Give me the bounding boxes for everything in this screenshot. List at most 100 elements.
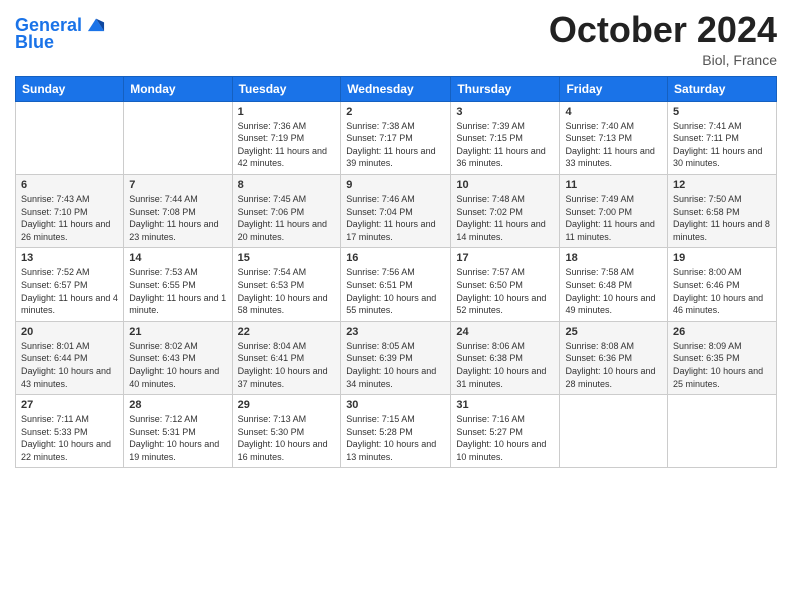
day-cell: 5 Sunrise: 7:41 AMSunset: 7:11 PMDaylight…: [668, 101, 777, 174]
day-info: Sunrise: 7:52 AMSunset: 6:57 PMDaylight:…: [21, 266, 118, 316]
day-cell: [560, 395, 668, 468]
day-cell: 9 Sunrise: 7:46 AMSunset: 7:04 PMDaylight…: [341, 174, 451, 247]
day-cell: 27 Sunrise: 7:11 AMSunset: 5:33 PMDayligh…: [16, 395, 124, 468]
logo-icon: [85, 15, 107, 37]
week-row-1: 1Sunrise: 7:36 AMSunset: 7:19 PMDaylight…: [16, 101, 777, 174]
day-number: 18: [565, 252, 662, 264]
day-info: Sunrise: 8:01 AMSunset: 6:44 PMDaylight:…: [21, 340, 118, 390]
day-number: 24: [456, 326, 554, 338]
day-number: 21: [129, 326, 226, 338]
day-number: 8: [238, 179, 336, 191]
day-info: Sunrise: 7:36 AMSunset: 7:19 PMDaylight:…: [238, 120, 336, 170]
day-number: 27: [21, 399, 118, 411]
day-header-wednesday: Wednesday: [341, 76, 451, 101]
day-cell: 22 Sunrise: 8:04 AMSunset: 6:41 PMDayligh…: [232, 321, 341, 394]
day-cell: 19 Sunrise: 8:00 AMSunset: 6:46 PMDayligh…: [668, 248, 777, 321]
day-number: 19: [673, 252, 771, 264]
day-cell: 13 Sunrise: 7:52 AMSunset: 6:57 PMDayligh…: [16, 248, 124, 321]
day-info: Sunrise: 7:56 AMSunset: 6:51 PMDaylight:…: [346, 266, 445, 316]
day-cell: 17 Sunrise: 7:57 AMSunset: 6:50 PMDayligh…: [451, 248, 560, 321]
day-info: Sunrise: 8:05 AMSunset: 6:39 PMDaylight:…: [346, 340, 445, 390]
day-number: 23: [346, 326, 445, 338]
day-info: Sunrise: 8:06 AMSunset: 6:38 PMDaylight:…: [456, 340, 554, 390]
day-cell: 30 Sunrise: 7:15 AMSunset: 5:28 PMDayligh…: [341, 395, 451, 468]
day-number: 31: [456, 399, 554, 411]
day-number: 10: [456, 179, 554, 191]
location: Biol, France: [549, 52, 777, 68]
day-number: 20: [21, 326, 118, 338]
day-header-friday: Friday: [560, 76, 668, 101]
day-info: Sunrise: 8:04 AMSunset: 6:41 PMDaylight:…: [238, 340, 336, 390]
day-cell: 1Sunrise: 7:36 AMSunset: 7:19 PMDaylight…: [232, 101, 341, 174]
day-number: 4: [565, 106, 662, 118]
day-info: Sunrise: 7:16 AMSunset: 5:27 PMDaylight:…: [456, 413, 554, 463]
day-info: Sunrise: 7:57 AMSunset: 6:50 PMDaylight:…: [456, 266, 554, 316]
day-number: 3: [456, 106, 554, 118]
day-cell: [124, 101, 232, 174]
day-cell: 2 Sunrise: 7:38 AMSunset: 7:17 PMDaylight…: [341, 101, 451, 174]
day-info: Sunrise: 7:13 AMSunset: 5:30 PMDaylight:…: [238, 413, 336, 463]
logo: General Blue: [15, 15, 107, 53]
day-cell: 24 Sunrise: 8:06 AMSunset: 6:38 PMDayligh…: [451, 321, 560, 394]
day-cell: 15Sunrise: 7:54 AMSunset: 6:53 PMDayligh…: [232, 248, 341, 321]
day-info: Sunrise: 7:48 AMSunset: 7:02 PMDaylight:…: [456, 193, 554, 243]
day-info: Sunrise: 7:49 AMSunset: 7:00 PMDaylight:…: [565, 193, 662, 243]
day-header-tuesday: Tuesday: [232, 76, 341, 101]
day-cell: [16, 101, 124, 174]
week-row-3: 13 Sunrise: 7:52 AMSunset: 6:57 PMDayligh…: [16, 248, 777, 321]
day-number: 25: [565, 326, 662, 338]
day-cell: [668, 395, 777, 468]
day-number: 29: [238, 399, 336, 411]
day-cell: 11 Sunrise: 7:49 AMSunset: 7:00 PMDayligh…: [560, 174, 668, 247]
day-cell: 10 Sunrise: 7:48 AMSunset: 7:02 PMDayligh…: [451, 174, 560, 247]
day-number: 14: [129, 252, 226, 264]
day-cell: 3Sunrise: 7:39 AMSunset: 7:15 PMDaylight…: [451, 101, 560, 174]
day-number: 17: [456, 252, 554, 264]
days-header-row: SundayMondayTuesdayWednesdayThursdayFrid…: [16, 76, 777, 101]
day-cell: 12Sunrise: 7:50 AMSunset: 6:58 PMDayligh…: [668, 174, 777, 247]
day-number: 11: [565, 179, 662, 191]
day-cell: 7Sunrise: 7:44 AMSunset: 7:08 PMDaylight…: [124, 174, 232, 247]
calendar-table: SundayMondayTuesdayWednesdayThursdayFrid…: [15, 76, 777, 469]
day-info: Sunrise: 7:38 AMSunset: 7:17 PMDaylight:…: [346, 120, 445, 170]
day-number: 28: [129, 399, 226, 411]
day-number: 22: [238, 326, 336, 338]
day-cell: 23 Sunrise: 8:05 AMSunset: 6:39 PMDayligh…: [341, 321, 451, 394]
day-cell: 8 Sunrise: 7:45 AMSunset: 7:06 PMDaylight…: [232, 174, 341, 247]
day-info: Sunrise: 7:45 AMSunset: 7:06 PMDaylight:…: [238, 193, 336, 243]
day-number: 30: [346, 399, 445, 411]
day-cell: 20 Sunrise: 8:01 AMSunset: 6:44 PMDayligh…: [16, 321, 124, 394]
day-cell: 21Sunrise: 8:02 AMSunset: 6:43 PMDayligh…: [124, 321, 232, 394]
day-info: Sunrise: 7:58 AMSunset: 6:48 PMDaylight:…: [565, 266, 662, 316]
day-cell: 4Sunrise: 7:40 AMSunset: 7:13 PMDaylight…: [560, 101, 668, 174]
week-row-5: 27 Sunrise: 7:11 AMSunset: 5:33 PMDayligh…: [16, 395, 777, 468]
title-block: October 2024 Biol, France: [549, 10, 777, 68]
day-info: Sunrise: 7:41 AMSunset: 7:11 PMDaylight:…: [673, 120, 771, 170]
header: General Blue October 2024 Biol, France: [15, 10, 777, 68]
day-cell: 28Sunrise: 7:12 AMSunset: 5:31 PMDayligh…: [124, 395, 232, 468]
day-cell: 31 Sunrise: 7:16 AMSunset: 5:27 PMDayligh…: [451, 395, 560, 468]
day-info: Sunrise: 7:46 AMSunset: 7:04 PMDaylight:…: [346, 193, 445, 243]
day-cell: 14Sunrise: 7:53 AMSunset: 6:55 PMDayligh…: [124, 248, 232, 321]
week-row-2: 6Sunrise: 7:43 AMSunset: 7:10 PMDaylight…: [16, 174, 777, 247]
day-cell: 29 Sunrise: 7:13 AMSunset: 5:30 PMDayligh…: [232, 395, 341, 468]
day-info: Sunrise: 7:43 AMSunset: 7:10 PMDaylight:…: [21, 193, 118, 243]
day-header-sunday: Sunday: [16, 76, 124, 101]
day-info: Sunrise: 7:11 AMSunset: 5:33 PMDaylight:…: [21, 413, 118, 463]
day-number: 7: [129, 179, 226, 191]
day-cell: 25 Sunrise: 8:08 AMSunset: 6:36 PMDayligh…: [560, 321, 668, 394]
day-info: Sunrise: 8:00 AMSunset: 6:46 PMDaylight:…: [673, 266, 771, 316]
day-number: 9: [346, 179, 445, 191]
day-header-monday: Monday: [124, 76, 232, 101]
day-number: 5: [673, 106, 771, 118]
day-info: Sunrise: 7:15 AMSunset: 5:28 PMDaylight:…: [346, 413, 445, 463]
day-number: 13: [21, 252, 118, 264]
day-info: Sunrise: 8:09 AMSunset: 6:35 PMDaylight:…: [673, 340, 771, 390]
day-info: Sunrise: 8:08 AMSunset: 6:36 PMDaylight:…: [565, 340, 662, 390]
day-number: 2: [346, 106, 445, 118]
day-info: Sunrise: 7:54 AMSunset: 6:53 PMDaylight:…: [238, 266, 336, 316]
day-cell: 26Sunrise: 8:09 AMSunset: 6:35 PMDayligh…: [668, 321, 777, 394]
week-row-4: 20 Sunrise: 8:01 AMSunset: 6:44 PMDayligh…: [16, 321, 777, 394]
day-number: 12: [673, 179, 771, 191]
day-cell: 16Sunrise: 7:56 AMSunset: 6:51 PMDayligh…: [341, 248, 451, 321]
